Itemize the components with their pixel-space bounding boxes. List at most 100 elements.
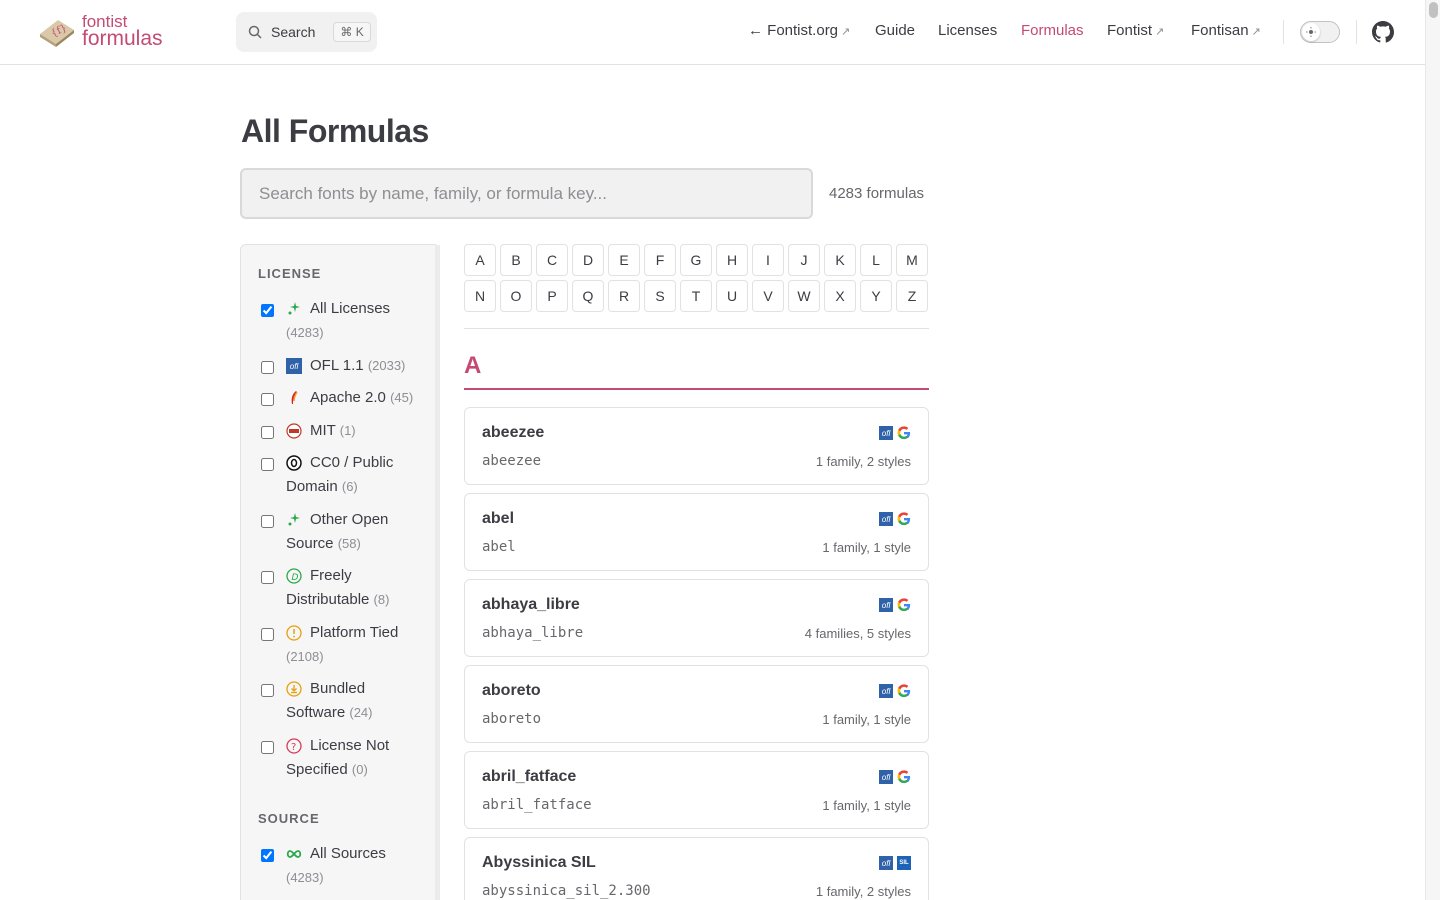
letter-button[interactable]: L [860,244,892,276]
filter-checkbox[interactable] [261,361,274,374]
letter-button[interactable]: V [752,280,784,312]
license-section-title: LICENSE [258,266,322,281]
svg-text:?: ? [291,742,296,753]
filter-sidebar: LICENSE All Licenses (4283) ofl OFL 1.1 … [240,244,440,900]
letter-button[interactable]: M [896,244,928,276]
formula-meta: 1 family, 1 style [822,540,911,555]
formula-meta: 1 family, 1 style [822,712,911,727]
filter-cc0[interactable]: CC0 / Public Domain (6) [261,454,426,499]
filter-apache[interactable]: Apache 2.0 (45) [261,389,426,410]
letter-button[interactable]: F [644,244,676,276]
letter-button[interactable]: S [644,280,676,312]
filter-all-licenses[interactable]: All Licenses (4283) [261,300,426,345]
filter-checkbox[interactable] [261,393,274,406]
letter-button[interactable]: K [824,244,856,276]
formula-name: abel [482,510,515,527]
letter-button[interactable]: X [824,280,856,312]
filter-license-not-specified[interactable]: ? License Not Specified (0) [261,737,426,782]
ofl-icon: ofl [879,512,893,526]
letter-button[interactable]: Q [572,280,604,312]
filter-checkbox[interactable] [261,515,274,528]
filter-platform-tied[interactable]: Platform Tied (2108) [261,624,426,669]
letter-button[interactable]: I [752,244,784,276]
filter-freely-distributable[interactable]: D Freely Distributable (8) [261,567,426,612]
letter-button[interactable]: Y [860,280,892,312]
sparkle-icon [288,513,300,526]
formula-badges: ofl [879,770,911,784]
letter-button[interactable]: D [572,244,604,276]
svg-text:D: D [292,573,299,583]
filter-checkbox[interactable] [261,571,274,584]
filter-ofl[interactable]: ofl OFL 1.1 (2033) [261,357,426,378]
filter-checkbox[interactable] [261,849,274,862]
letter-button[interactable]: E [608,244,640,276]
filter-checkbox[interactable] [261,684,274,697]
nav-guide[interactable]: Guide [875,22,915,39]
filter-other-open-source[interactable]: Other Open Source (58) [261,511,426,556]
formula-key: abril_fatface [482,797,592,813]
formula-search-input[interactable] [240,168,813,219]
search-shortcut: ⌘ K [333,22,371,42]
sil-icon: SIL [897,856,911,870]
nav-licenses[interactable]: Licenses [938,22,997,39]
letter-button[interactable]: N [464,280,496,312]
letter-button[interactable]: G [680,244,712,276]
filter-checkbox[interactable] [261,741,274,754]
letter-button[interactable]: Z [896,280,928,312]
site-logo[interactable]: {f} fontist formulas [36,12,163,49]
ofl-icon: ofl [879,684,893,698]
filter-bundled-software[interactable]: Bundled Software (24) [261,680,426,725]
filter-checkbox[interactable] [261,304,274,317]
formula-key: abhaya_libre [482,625,584,641]
section-letter-heading: A [464,352,482,379]
formula-meta: 1 family, 2 styles [815,454,911,469]
ofl-icon: ofl [286,358,302,374]
letter-button[interactable]: T [680,280,712,312]
formula-meta: 1 family, 1 style [822,798,911,813]
nav-fontist[interactable]: Fontist ↗ [1107,22,1164,39]
formula-card[interactable]: Abyssinica SIL ofl SIL abyssinica_sil_2.300… [464,837,929,900]
formula-card[interactable]: abril_fatface ofl abril_fatface 1 family, 1… [464,751,929,829]
letter-button[interactable]: U [716,280,748,312]
nav-formulas[interactable]: Formulas [1021,22,1084,39]
external-link-icon: ↗ [1251,26,1261,38]
scrollbar-thumb[interactable] [1429,2,1438,18]
filter-mit[interactable]: MIT (1) [261,422,426,443]
logo-key-icon: {f} [36,12,76,48]
letter-button[interactable]: W [788,280,820,312]
google-icon [897,770,911,784]
formula-card[interactable]: aboreto ofl aboreto 1 family, 1 style [464,665,929,743]
formula-name: aboreto [482,682,541,699]
github-icon[interactable] [1372,21,1394,43]
filter-all-sources[interactable]: All Sources (4283) [261,845,426,890]
letters-divider [464,328,929,329]
letter-button[interactable]: A [464,244,496,276]
theme-toggle[interactable] [1300,21,1340,43]
page-scrollbar[interactable] [1425,0,1440,900]
google-icon [897,598,911,612]
letter-button[interactable]: P [536,280,568,312]
formula-card[interactable]: abhaya_libre ofl abhaya_libre 4 families, 5… [464,579,929,657]
letter-button[interactable]: B [500,244,532,276]
formula-count: 4283 formulas [829,185,925,202]
filter-checkbox[interactable] [261,426,274,439]
letter-button[interactable]: R [608,280,640,312]
source-section-title: SOURCE [258,811,320,826]
cc0-icon [286,455,302,471]
external-link-icon: ↗ [1155,26,1165,38]
formula-card[interactable]: abel ofl abel 1 family, 1 style [464,493,929,571]
filter-checkbox[interactable] [261,458,274,471]
filter-checkbox[interactable] [261,628,274,641]
infinity-icon [286,850,302,858]
search-button[interactable]: Search ⌘ K [236,12,377,52]
letter-button[interactable]: O [500,280,532,312]
formula-card[interactable]: abeezee ofl abeezee 1 family, 2 styles [464,407,929,485]
google-icon [897,426,911,440]
nav-fontisan[interactable]: Fontisan ↗ [1191,22,1261,39]
letter-button[interactable]: C [536,244,568,276]
letter-button[interactable]: J [788,244,820,276]
formula-meta: 4 families, 5 styles [804,626,911,641]
nav-fontist-org[interactable]: ← Fontist.org ↗ [748,22,850,39]
formula-key: abel [482,539,516,555]
letter-button[interactable]: H [716,244,748,276]
